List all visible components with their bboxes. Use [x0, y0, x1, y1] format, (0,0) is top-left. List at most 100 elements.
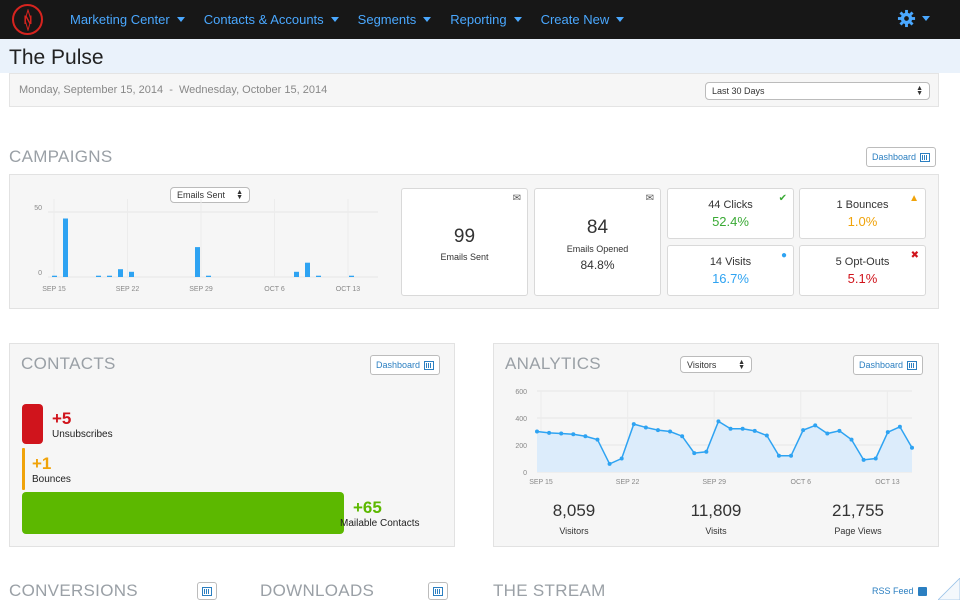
clicks-label: 44 Clicks — [708, 199, 753, 211]
nav-label: Segments — [357, 12, 417, 27]
data-point — [740, 426, 745, 431]
settings-menu-button[interactable] — [897, 9, 930, 28]
emails-sent-card[interactable]: ✉ 99 Emails Sent — [401, 188, 528, 296]
downloads-dashboard-button[interactable] — [428, 582, 448, 600]
bounces-bar — [22, 448, 25, 490]
chevron-down-icon — [922, 16, 930, 21]
conversions-dashboard-button[interactable] — [197, 582, 217, 600]
data-point — [595, 437, 600, 442]
data-point — [849, 437, 854, 442]
nav-create-new[interactable]: Create New — [541, 12, 625, 27]
checkmark-icon: ✔ — [778, 193, 787, 204]
logo-n-icon: N — [23, 8, 32, 31]
bar-chart-icon — [424, 360, 435, 370]
data-point — [897, 424, 902, 429]
y-tick-label: 50 — [34, 205, 42, 212]
conversions-title: CONVERSIONS — [9, 581, 138, 600]
chevron-down-icon — [423, 17, 432, 22]
bar — [52, 275, 57, 277]
y-tick-label: 200 — [515, 443, 527, 450]
data-point — [655, 428, 660, 433]
unsubscribes-bar — [22, 404, 43, 444]
bar-chart-icon — [907, 360, 918, 370]
warning-icon: ▲ — [909, 193, 919, 204]
campaigns-panel: Emails Sent ▲ ▼ 50 0 SEP 15 SEP 22 SEP 29 OCT … — [9, 174, 939, 309]
data-point — [607, 461, 612, 466]
chevron-down-icon — [513, 17, 522, 22]
date-range-bar: Monday, September 15, 2014 - Wednesday, … — [9, 73, 939, 107]
dashboard-label: Dashboard — [872, 152, 917, 162]
select-arrows-icon: ▲ ▼ — [738, 358, 745, 371]
emails-opened-label: Emails Opened — [566, 244, 629, 254]
bar — [195, 247, 200, 277]
page-views-label: Page Views — [834, 526, 882, 536]
mailable-contacts-bar — [22, 492, 344, 534]
analytics-metric-select-value: Visitors — [687, 359, 717, 370]
data-point — [825, 431, 830, 436]
data-point — [559, 431, 564, 436]
optouts-card[interactable]: ✖ 5 Opt-Outs 5.1% — [799, 245, 926, 296]
data-point — [813, 423, 818, 428]
nav-contacts-accounts[interactable]: Contacts & Accounts — [204, 12, 339, 27]
data-point — [692, 451, 697, 456]
analytics-panel: ANALYTICS Visitors ▲ ▼ Dashboard 600 400 20… — [493, 343, 939, 547]
emails-sent-bar-chart: 50 0 SEP 15 SEP 22 SEP 29 OCT 6 OCT 13 — [34, 199, 378, 293]
nav-label: Reporting — [450, 12, 507, 27]
data-point — [680, 434, 685, 439]
nav-reporting[interactable]: Reporting — [450, 12, 522, 27]
nav-marketing-center[interactable]: Marketing Center — [70, 12, 185, 27]
bar — [206, 275, 211, 277]
rss-feed-button[interactable]: RSS Feed — [872, 582, 927, 600]
emails-opened-pct: 84.8% — [580, 258, 615, 272]
bounces-card[interactable]: ▲ 1 Bounces 1.0% — [799, 188, 926, 239]
rss-feed-label: RSS Feed — [872, 586, 914, 596]
bar — [129, 271, 134, 277]
analytics-metric-select[interactable]: Visitors ▲ ▼ — [680, 356, 752, 373]
nav-label: Marketing Center — [70, 12, 170, 27]
globe-icon: ● — [780, 250, 787, 261]
stream-title: THE STREAM — [493, 581, 606, 600]
contacts-title: CONTACTS — [21, 354, 116, 373]
envelope-open-icon: ✉ — [645, 193, 654, 204]
x-tick-label: SEP 29 — [702, 479, 726, 486]
visits-value: 11,809 — [690, 501, 742, 520]
bar — [118, 269, 123, 277]
x-tick-label: OCT 13 — [336, 286, 360, 293]
select-arrows-icon: ▲ ▼ — [916, 85, 923, 97]
y-tick-label: 400 — [515, 416, 527, 423]
bar — [294, 271, 299, 277]
y-tick-label: 0 — [523, 470, 527, 477]
date-range-select[interactable]: Last 30 Days ▲ ▼ — [705, 82, 930, 100]
chevron-down-icon — [176, 17, 185, 22]
visits-card[interactable]: ● 14 Visits 16.7% — [667, 245, 794, 296]
data-point — [704, 449, 709, 454]
visits-label: 14 Visits — [709, 256, 752, 268]
optouts-label: 5 Opt-Outs — [835, 256, 890, 268]
x-tick-label: SEP 29 — [189, 286, 213, 293]
clicks-card[interactable]: ✔ 44 Clicks 52.4% — [667, 188, 794, 239]
emails-opened-card[interactable]: ✉ 84 Emails Opened 84.8% — [534, 188, 661, 296]
contacts-dashboard-button[interactable]: Dashboard — [370, 355, 441, 375]
data-point — [716, 419, 721, 424]
visitors-label: Visitors — [559, 526, 589, 536]
compass-logo-icon[interactable]: N — [12, 4, 43, 35]
visitors-area-chart: 600 400 200 0SEP 15 SEP 22 SEP 29 OCT 6 OCT 13 — [515, 389, 914, 486]
emails-sent-value: 99 — [453, 226, 476, 247]
analytics-dashboard-button[interactable]: Dashboard — [853, 355, 924, 375]
campaigns-dashboard-button[interactable]: Dashboard — [866, 147, 937, 167]
unsubscribes-value: +5 — [52, 409, 72, 428]
mailable-contacts-label: Mailable Contacts — [340, 518, 420, 529]
chevron-down-icon — [330, 17, 339, 22]
envelope-closed-icon: ✉ — [512, 193, 521, 204]
nav-segments[interactable]: Segments — [358, 12, 432, 27]
data-point — [910, 445, 914, 450]
page-views-value: 21,755 — [832, 501, 884, 520]
page-curl-corner-icon — [938, 578, 960, 600]
main-menu: Marketing Center Contacts & Accounts Seg… — [70, 0, 643, 39]
bounces-pct: 1.0% — [847, 214, 878, 229]
rss-icon — [917, 586, 927, 596]
bar-chart-icon — [202, 586, 212, 596]
data-point — [619, 456, 624, 461]
data-point — [668, 429, 673, 434]
bar — [305, 262, 310, 277]
